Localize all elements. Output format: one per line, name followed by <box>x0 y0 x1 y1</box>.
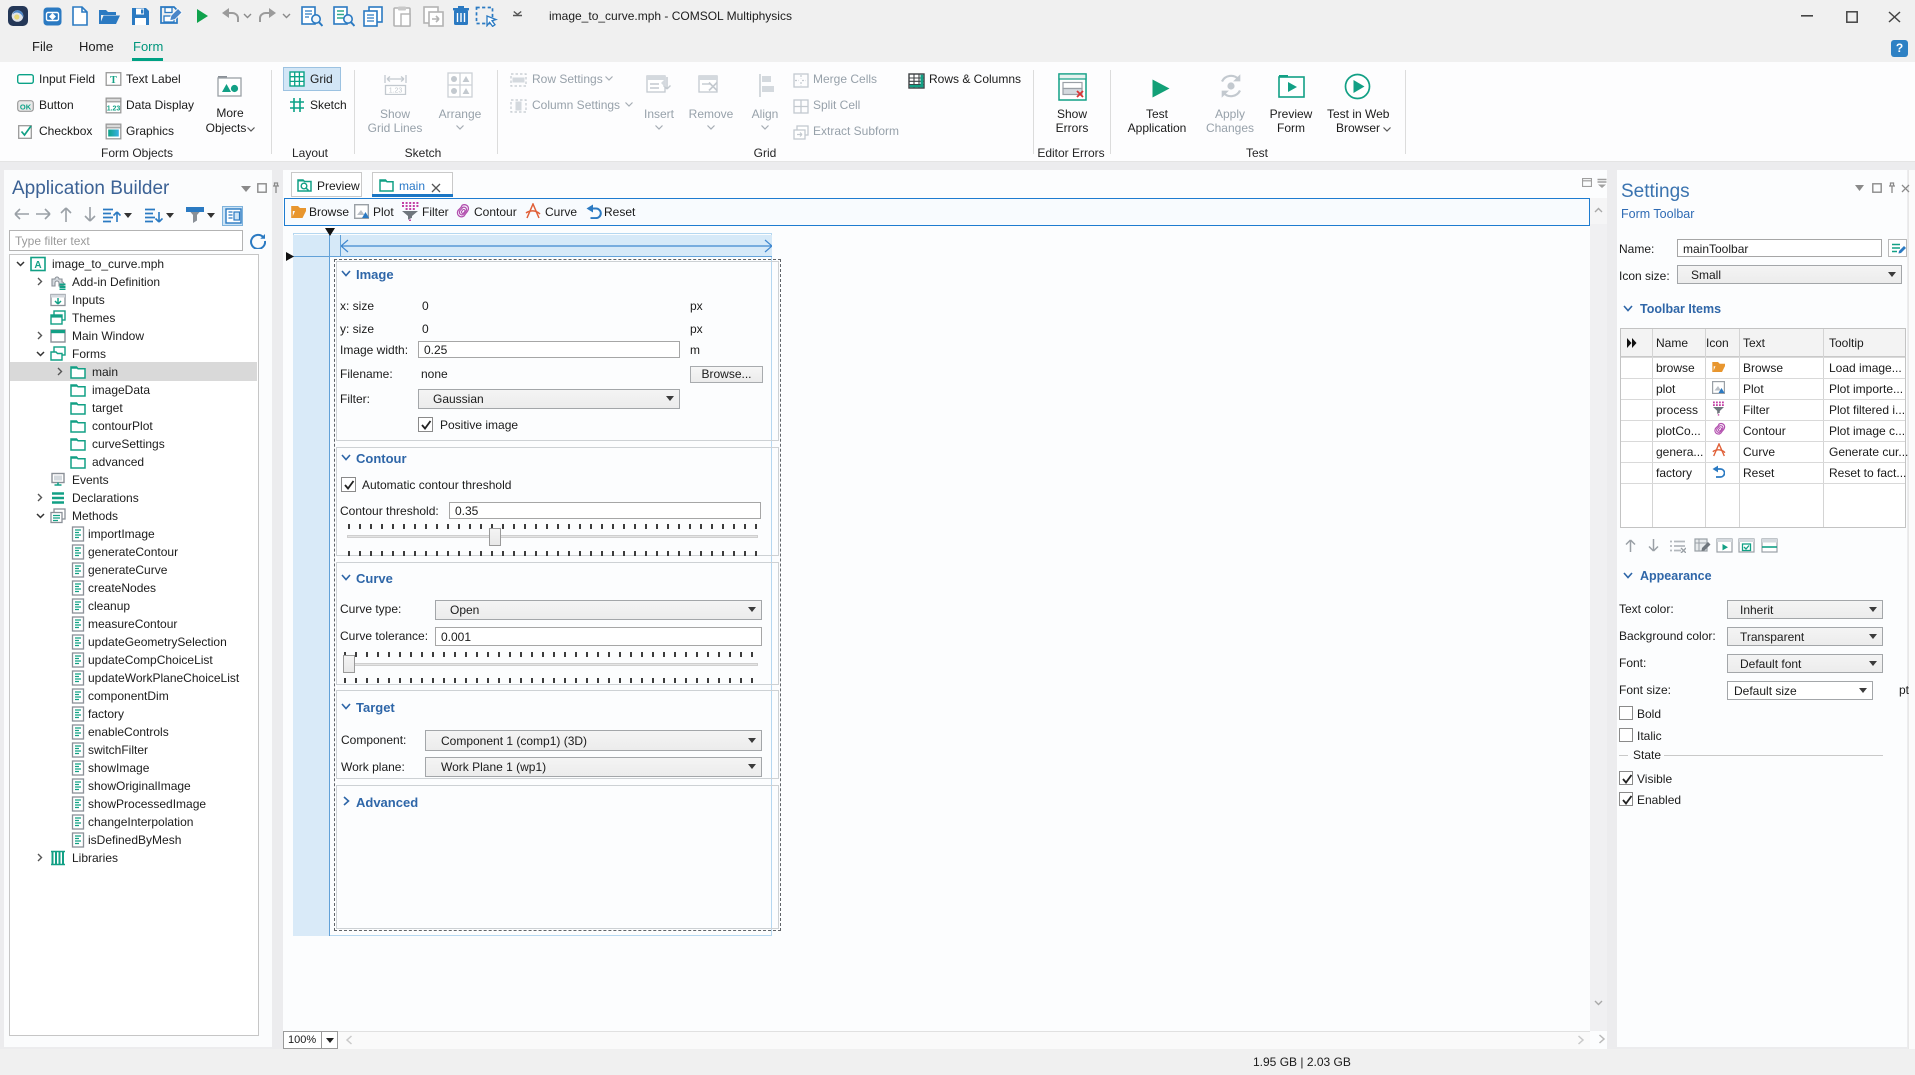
svg-text:T: T <box>110 75 117 86</box>
svg-text:1.23: 1.23 <box>107 106 121 113</box>
svg-text:OK: OK <box>20 103 32 112</box>
svg-text:A: A <box>34 260 41 271</box>
svg-text:1.23: 1.23 <box>389 88 403 95</box>
